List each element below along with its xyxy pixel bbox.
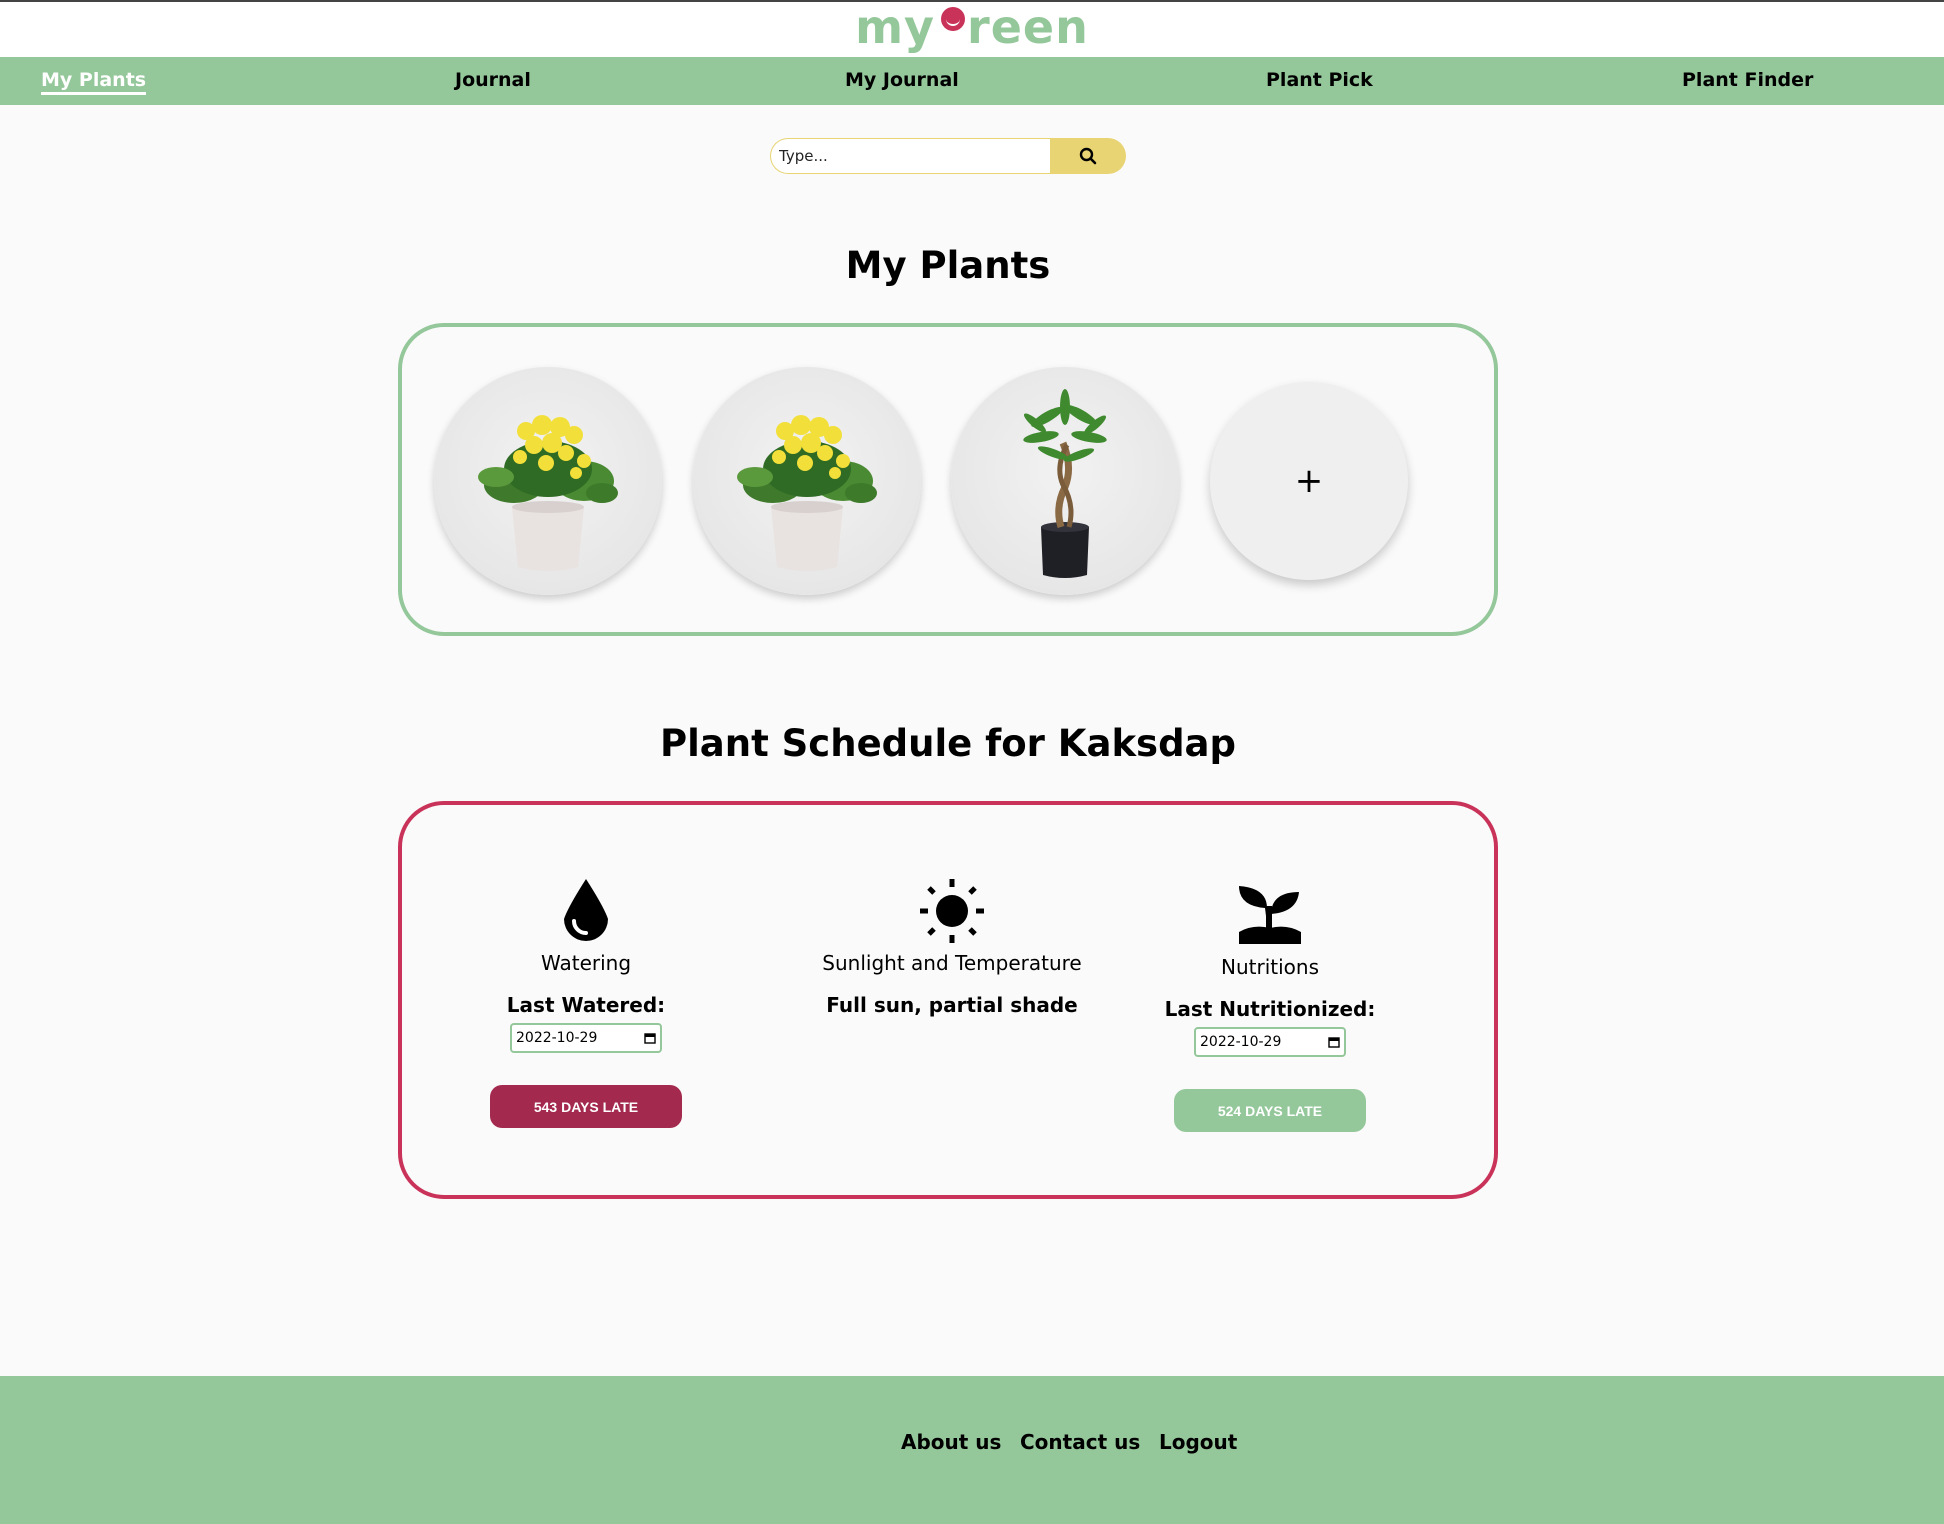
nav-my-journal[interactable]: My Journal [845,69,959,91]
add-plant-button[interactable]: + [1210,382,1408,580]
plant-card-3[interactable] [951,367,1179,595]
plant-card-2[interactable] [693,367,921,595]
nav-plant-finder[interactable]: Plant Finder [1682,69,1813,91]
footer-about-us[interactable]: About us [901,1430,1001,1454]
calendar-icon[interactable] [1328,1036,1340,1048]
last-watered-date-input[interactable]: 2022-10-29 [510,1023,662,1053]
search-bar [770,138,1126,174]
smiley-face-icon [941,6,966,31]
footer: About us Contact us Logout [0,1376,1944,1524]
footer-logout[interactable]: Logout [1159,1430,1237,1454]
sunlight-value: Full sun, partial shade [826,993,1078,1017]
footer-contact-us[interactable]: Contact us [1020,1430,1140,1454]
yellow-flower-plant-icon [478,415,618,571]
logo-text-left: my [855,0,936,54]
last-watered-date-value: 2022-10-29 [516,1030,598,1046]
my-plants-panel: + [398,323,1498,636]
watering-section: Watering Last Watered: 2022-10-29 543 DA… [426,875,746,1128]
last-nutritionized-date-value: 2022-10-29 [1200,1034,1282,1050]
plant-card-1[interactable] [434,367,662,595]
header: my reen [0,0,1944,57]
water-drop-icon [564,879,608,941]
nav-journal[interactable]: Journal [455,69,531,91]
search-input[interactable] [770,138,1050,174]
nav-plant-pick[interactable]: Plant Pick [1266,69,1373,91]
search-icon [1079,147,1097,165]
watering-status-button[interactable]: 543 DAYS LATE [490,1085,682,1128]
logo-text-right: reen [967,0,1089,54]
money-tree-plant-icon [1023,389,1107,578]
last-nutritionized-date-input[interactable]: 2022-10-29 [1194,1027,1346,1057]
logo[interactable]: my reen [855,4,1089,50]
calendar-icon[interactable] [644,1032,656,1044]
watering-label: Watering [540,951,632,975]
search-button[interactable] [1050,138,1126,174]
plant-schedule-panel: Watering Last Watered: 2022-10-29 543 DA… [398,801,1498,1199]
nav-my-plants[interactable]: My Plants [41,69,147,95]
my-plants-title: My Plants [845,244,1051,287]
main-nav: My Plants Journal My Journal Plant Pick … [0,57,1944,105]
sunlight-section: Sunlight and Temperature Full sun, parti… [792,875,1112,1017]
nutrition-status-button[interactable]: 524 DAYS LATE [1174,1089,1366,1132]
schedule-title: Plant Schedule for Kaksdap [659,722,1237,765]
sun-icon [920,879,984,943]
nutrition-section: Nutritions Last Nutritionized: 2022-10-2… [1110,875,1430,1132]
sunlight-label: Sunlight and Temperature [822,951,1082,975]
yellow-flower-plant-icon [737,415,877,571]
seedling-icon [1239,886,1301,944]
nutrition-label: Nutritions [1221,955,1319,979]
last-watered-label: Last Watered: [506,993,666,1017]
last-nutritionized-label: Last Nutritionized: [1164,997,1376,1021]
